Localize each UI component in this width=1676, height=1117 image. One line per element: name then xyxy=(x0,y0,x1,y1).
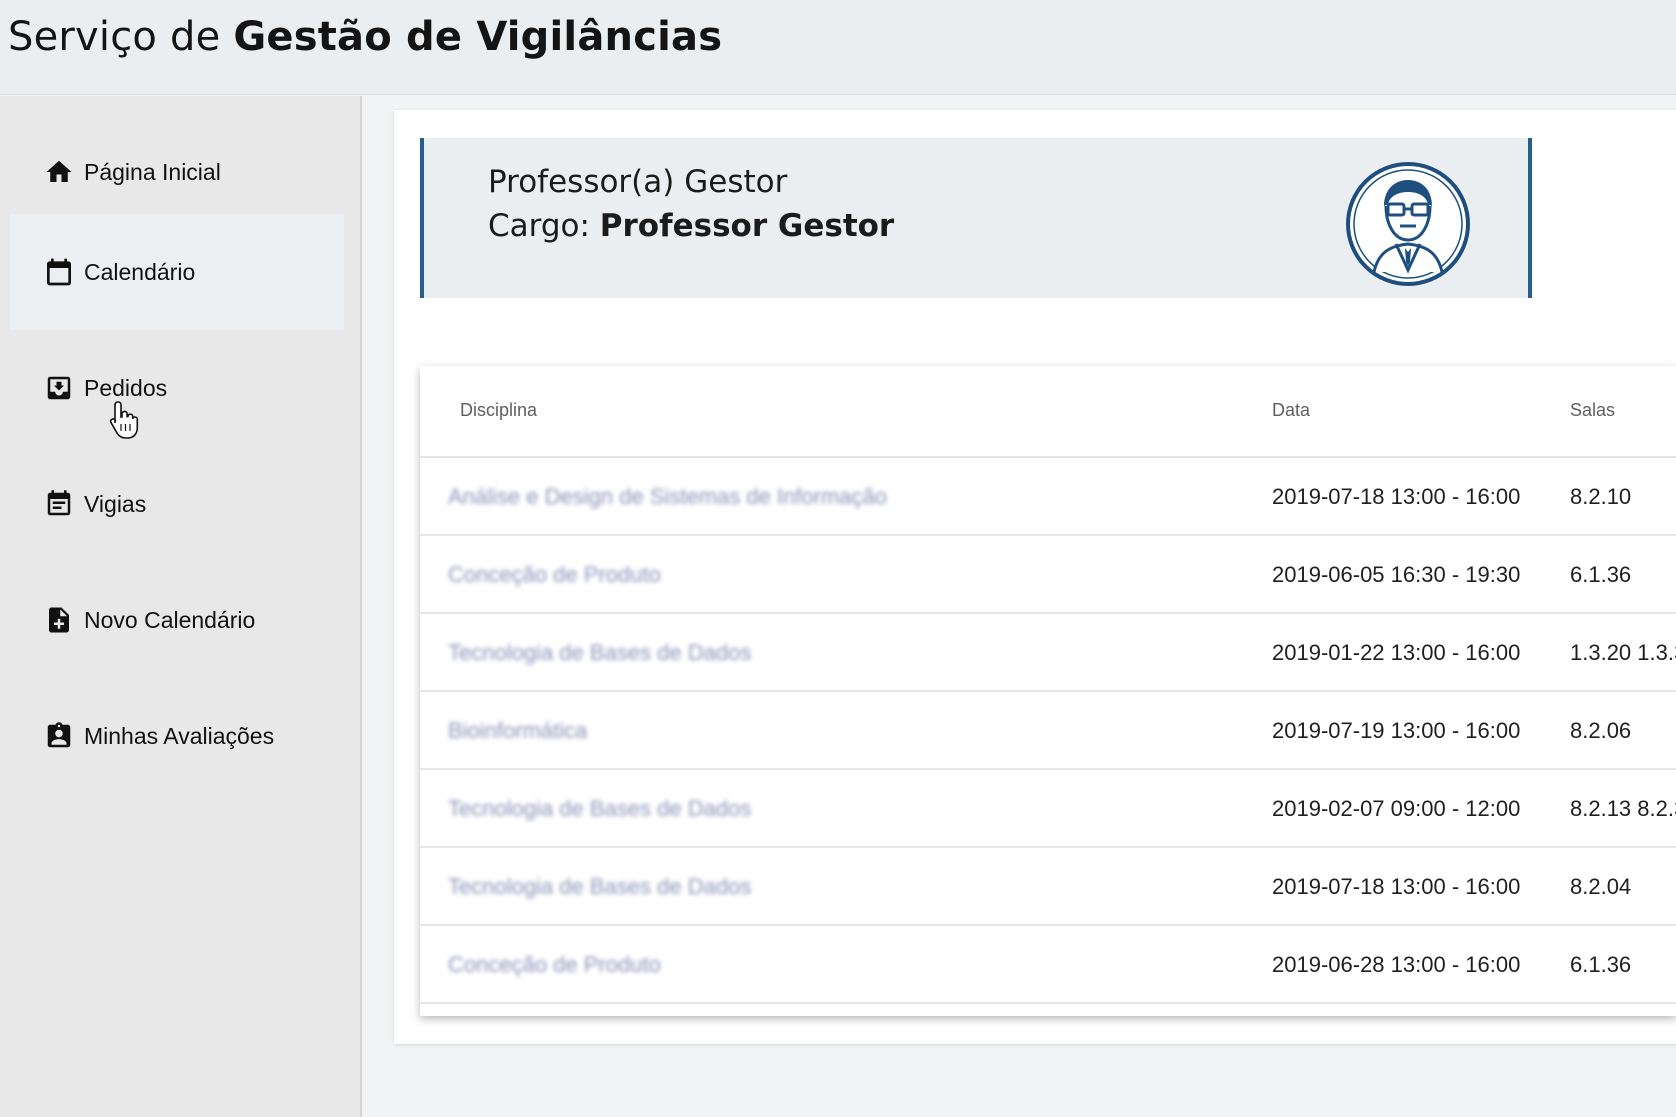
table-row[interactable]: Tecnologia de Bases de Dados 2019-01-22 … xyxy=(420,614,1676,692)
profile-name: Professor(a) Gestor xyxy=(488,164,787,200)
table-row[interactable]: Tecnologia de Bases de Dados 2019-02-07 … xyxy=(420,770,1676,848)
cell-disciplina[interactable]: Conceção de Produto xyxy=(448,562,661,588)
table-row[interactable]: Conceção de Produto 2019-06-28 13:00 - 1… xyxy=(420,926,1676,1004)
cell-data: 2019-01-22 13:00 - 16:00 xyxy=(1272,640,1521,665)
sidebar-item-novo-calendario[interactable]: Novo Calendário xyxy=(10,562,344,678)
cell-salas: 6.1.36 xyxy=(1570,562,1632,587)
sidebar-item-label: Página Inicial xyxy=(84,158,221,185)
inbox-icon xyxy=(42,371,76,405)
sidebar-item-vigias[interactable]: Vigias xyxy=(10,446,344,562)
sidebar-item-pagina-inicial[interactable]: Página Inicial xyxy=(10,114,344,230)
cell-disciplina[interactable]: Conceção de Produto xyxy=(448,952,661,978)
cell-salas: 8.2.13 8.2.3 xyxy=(1570,796,1676,821)
app-title: Serviço de Gestão de Vigilâncias xyxy=(8,14,722,60)
cell-salas: 8.2.04 xyxy=(1570,874,1632,899)
calendar-icon xyxy=(42,255,76,289)
cell-salas: 6.1.36 xyxy=(1570,952,1632,977)
table-row[interactable]: Conceção de Produto 2019-06-05 16:30 - 1… xyxy=(420,536,1676,614)
cell-salas: 8.2.06 xyxy=(1570,718,1632,743)
sidebar: Página Inicial Calendário Pedidos Vigias… xyxy=(0,96,362,1117)
cell-data: 2019-06-28 13:00 - 16:00 xyxy=(1272,952,1521,977)
cell-data: 2019-06-05 16:30 - 19:30 xyxy=(1272,562,1521,587)
top-bar: Serviço de Gestão de Vigilâncias xyxy=(0,0,1676,95)
cell-salas: 8.2.10 xyxy=(1570,484,1632,509)
home-icon xyxy=(42,155,76,189)
app-title-prefix: Serviço de xyxy=(8,14,221,60)
column-header-salas[interactable]: Salas xyxy=(1570,400,1615,421)
cell-data: 2019-07-19 13:00 - 16:00 xyxy=(1272,718,1521,743)
assignment-ind-icon xyxy=(42,719,76,753)
profile-name-label: Professor(a) xyxy=(488,164,675,200)
table-row[interactable]: Tecnologia de Bases de Dados 2019-07-18 … xyxy=(420,848,1676,926)
profile-role-label: Cargo: xyxy=(488,208,590,244)
cell-data: 2019-07-18 13:00 - 16:00 xyxy=(1272,874,1521,899)
column-header-disciplina[interactable]: Disciplina xyxy=(460,400,537,421)
sidebar-item-label: Vigias xyxy=(84,490,147,517)
professor-avatar-icon xyxy=(1346,162,1470,286)
table-row[interactable]: Análise e Design de Sistemas de Informaç… xyxy=(420,458,1676,536)
sidebar-item-label: Pedidos xyxy=(84,374,168,401)
cell-disciplina[interactable]: Tecnologia de Bases de Dados xyxy=(448,874,751,900)
cell-disciplina[interactable]: Tecnologia de Bases de Dados xyxy=(448,796,751,822)
sidebar-item-label: Minhas Avaliações xyxy=(84,722,275,749)
profile-name-value: Gestor xyxy=(684,164,788,200)
table-row[interactable]: Bioinformática 2019-07-19 13:00 - 16:00 … xyxy=(420,692,1676,770)
profile-role-value: Professor Gestor xyxy=(599,208,895,244)
sidebar-item-label: Calendário xyxy=(84,258,196,285)
sidebar-item-pedidos[interactable]: Pedidos xyxy=(10,330,344,446)
note-add-icon xyxy=(42,603,76,637)
table-header: Disciplina Data Salas xyxy=(420,366,1676,458)
event-note-icon xyxy=(42,487,76,521)
cell-disciplina[interactable]: Bioinformática xyxy=(448,718,587,744)
cell-salas: 1.3.20 1.3.3 xyxy=(1570,640,1676,665)
cell-disciplina[interactable]: Tecnologia de Bases de Dados xyxy=(448,640,751,666)
sidebar-item-calendario[interactable]: Calendário xyxy=(10,214,344,330)
vigilancias-table: Disciplina Data Salas Análise e Design d… xyxy=(420,366,1676,1016)
sidebar-item-minhas-avaliacoes[interactable]: Minhas Avaliações xyxy=(10,678,344,794)
hand-cursor-icon xyxy=(109,401,139,439)
cell-data: 2019-02-07 09:00 - 12:00 xyxy=(1272,796,1521,821)
column-header-data[interactable]: Data xyxy=(1272,400,1310,421)
profile-role: Cargo: Professor Gestor xyxy=(488,208,894,244)
cell-disciplina[interactable]: Análise e Design de Sistemas de Informaç… xyxy=(448,484,887,510)
cell-data: 2019-07-18 13:00 - 16:00 xyxy=(1272,484,1521,509)
profile-panel: Professor(a) Gestor Cargo: Professor Ges… xyxy=(420,138,1532,298)
app-title-bold: Gestão de Vigilâncias xyxy=(233,14,723,60)
sidebar-item-label: Novo Calendário xyxy=(84,606,256,633)
